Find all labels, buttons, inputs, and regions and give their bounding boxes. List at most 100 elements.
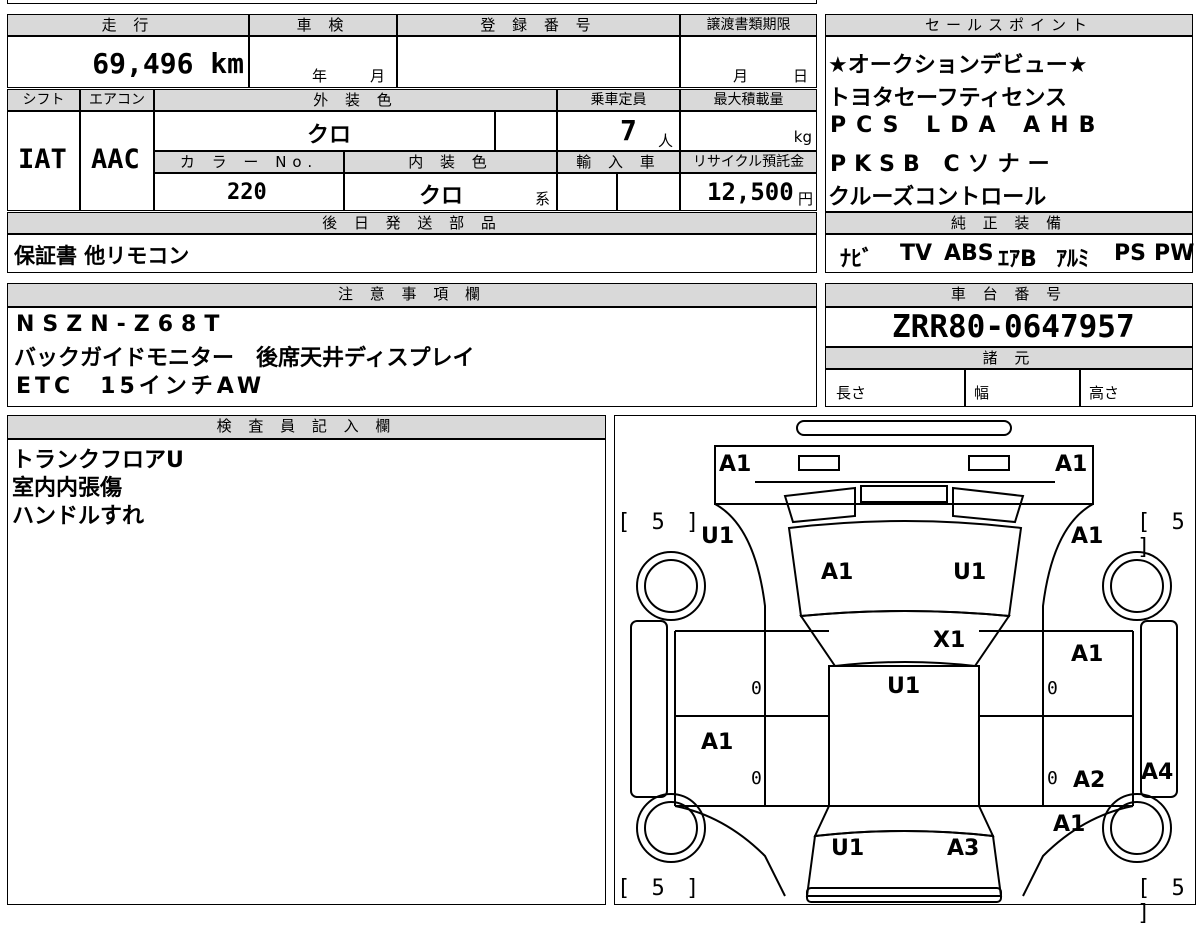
later-parts-value: 保証書 他リモコン <box>14 244 190 268</box>
equipment-body: ﾅﾋﾞ TV ABS ｴｱB ｱﾙﾐ PS PW <box>825 234 1195 273</box>
recycle-unit: 円 <box>797 190 813 208</box>
shift-cell: IAT <box>7 111 80 211</box>
notes-line: ETC 15インチAW <box>16 374 266 399</box>
exterior-value: クロ <box>307 123 352 148</box>
mark-front-left: A1 <box>719 452 752 477</box>
inspector-body: トランクフロアU 室内内張傷 ハンドルすれ <box>7 439 606 905</box>
spec-label: 諸 元 <box>825 347 1193 369</box>
tire-rr: [ 5 ] <box>1137 876 1189 926</box>
mileage-label: 走 行 <box>7 14 249 36</box>
mark-front-right: A1 <box>1055 452 1088 477</box>
load-label: 最大積載量 <box>680 89 817 111</box>
import-label: 輸 入 車 <box>557 151 680 173</box>
capacity-label: 乗車定員 <box>557 89 680 111</box>
sales-points-panel: セールスポイント ★オークションデビュー★ トヨタセーフティセンス PCS LD… <box>825 14 1195 273</box>
exterior-cell: クロ <box>154 111 495 151</box>
car-damage-diagram: A1 A1 U1 A1 A1 U1 X1 A1 U1 A1 A2 A1 A4 U… <box>614 415 1196 926</box>
registration-label: 登 録 番 号 <box>397 14 680 36</box>
mark-fender-fl: U1 <box>701 524 735 549</box>
transfer-day: 日 <box>793 67 809 85</box>
ac-label: エアコン <box>80 89 154 111</box>
spec-length-cell: 長さ <box>825 369 965 407</box>
load-unit: kg <box>793 128 812 146</box>
recycle-cell: 12,500 円 <box>680 173 817 211</box>
exterior-label: 外 装 色 <box>154 89 557 111</box>
equipment-pw: PW <box>1154 241 1195 266</box>
transfer-label: 譲渡書類期限 <box>680 14 817 36</box>
car-outline-svg <box>630 420 1178 903</box>
mark-hood-right: U1 <box>953 560 987 585</box>
transfer-month: 月 <box>733 67 749 85</box>
mark-door-rr: A2 <box>1073 768 1106 793</box>
panel-zero: 0 <box>1047 768 1058 789</box>
mark-roof: U1 <box>887 674 921 699</box>
mark-fender-fr: A1 <box>1071 524 1104 549</box>
equipment-abs: ABS <box>944 241 994 266</box>
recycle-label: リサイクル預託金 <box>680 151 817 173</box>
mark-rear-fender-r: A1 <box>1053 812 1086 837</box>
sales-line: PKSB Cソナー <box>830 152 1058 177</box>
interior-label: 内 装 色 <box>344 151 557 173</box>
panel-zero: 0 <box>751 768 762 789</box>
spec-width: 幅 <box>974 384 990 402</box>
chassis-number: ZRR80-0647957 <box>892 309 1135 345</box>
registration-cell <box>397 36 680 88</box>
ac-cell: AAC <box>80 111 154 211</box>
capacity-value: 7 <box>620 114 637 147</box>
equipment-alloy: ｱﾙﾐ <box>1056 247 1090 272</box>
tire-fl: [ 5 ] <box>617 510 704 535</box>
vehicle-info-grid: 走 行 車 検 登 録 番 号 譲渡書類期限 69,496 km 年 月 月 日… <box>7 0 817 273</box>
ac-value: AAC <box>91 144 140 175</box>
panel-zero: 0 <box>1047 678 1058 699</box>
color-no-label: カ ラ ー No. <box>154 151 344 173</box>
notes-body: NSZN-Z68T バックガイドモニター 後席天井ディスプレイ ETC 15イン… <box>7 307 817 407</box>
equipment-label: 純 正 装 備 <box>825 212 1193 234</box>
shaken-month: 月 <box>370 67 386 85</box>
panel-zero: 0 <box>751 678 762 699</box>
chassis-number-cell: ZRR80-0647957 <box>825 307 1193 347</box>
inspector-line: ハンドルすれ <box>12 504 145 529</box>
notes-panel: 注 意 事 項 欄 NSZN-Z68T バックガイドモニター 後席天井ディスプレ… <box>7 283 817 407</box>
interior-suffix: 系 <box>535 190 551 208</box>
mileage-cell: 69,496 km <box>7 36 249 88</box>
recycle-value: 12,500 <box>707 178 794 206</box>
capacity-cell: 7 人 <box>557 111 680 151</box>
shaken-cell: 年 月 <box>249 36 397 88</box>
transfer-cell: 月 日 <box>680 36 817 88</box>
spec-length: 長さ <box>836 384 867 402</box>
equipment-airbag: ｴｱB <box>998 247 1037 272</box>
mark-door-rl: A1 <box>701 730 734 755</box>
mark-windshield: X1 <box>933 628 966 653</box>
spec-height: 高さ <box>1089 384 1120 402</box>
inspector-panel: 検 査 員 記 入 欄 トランクフロアU 室内内張傷 ハンドルすれ <box>7 415 606 905</box>
exterior-sub-cell <box>495 111 557 151</box>
later-parts-label: 後 日 発 送 部 品 <box>7 212 817 234</box>
chassis-panel: 車 台 番 号 ZRR80-0647957 諸 元 長さ 幅 高さ <box>825 283 1193 407</box>
tire-rl: [ 5 ] <box>617 876 704 901</box>
import-cell-a <box>557 173 617 211</box>
top-strip <box>7 0 817 4</box>
shaken-label: 車 検 <box>249 14 397 36</box>
notes-line: NSZN-Z68T <box>16 312 228 337</box>
shift-label: シフト <box>7 89 80 111</box>
notes-label: 注 意 事 項 欄 <box>7 283 817 307</box>
import-cell-b <box>617 173 680 211</box>
sales-points-body: ★オークションデビュー★ トヨタセーフティセンス PCS LDA AHB PKS… <box>825 36 1193 212</box>
later-parts-cell: 保証書 他リモコン <box>7 234 817 273</box>
capacity-unit: 人 <box>658 132 674 150</box>
mark-rear-left: U1 <box>831 836 865 861</box>
spec-height-cell: 高さ <box>1080 369 1193 407</box>
sales-points-label: セールスポイント <box>825 14 1193 36</box>
inspector-label: 検 査 員 記 入 欄 <box>7 415 606 439</box>
spec-width-cell: 幅 <box>965 369 1080 407</box>
interior-cell: クロ 系 <box>344 173 557 211</box>
shaken-year: 年 <box>312 67 328 85</box>
chassis-label: 車 台 番 号 <box>825 283 1193 307</box>
mark-door-fr: A1 <box>1071 642 1104 667</box>
sales-line: クルーズコントロール <box>828 185 1047 210</box>
equipment-navi: ﾅﾋﾞ <box>840 247 874 272</box>
load-cell: kg <box>680 111 817 151</box>
interior-value: クロ <box>419 184 464 209</box>
equipment-tv: TV <box>900 241 933 266</box>
sales-line: トヨタセーフティセンス <box>828 86 1067 111</box>
